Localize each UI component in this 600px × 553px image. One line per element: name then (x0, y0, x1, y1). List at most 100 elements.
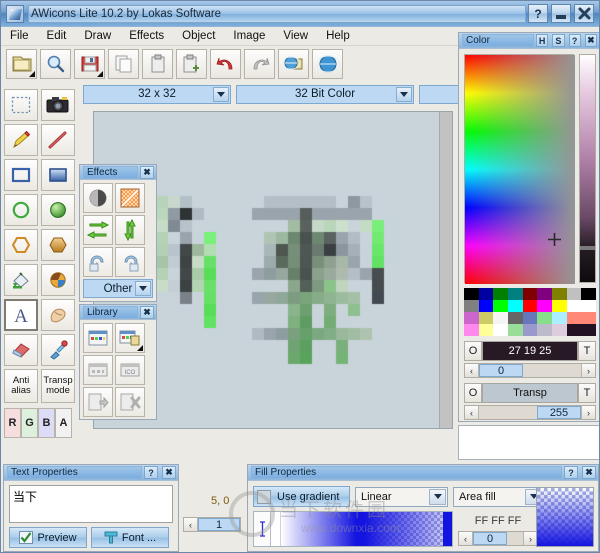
primary-slider-left-arrow[interactable]: ‹ (465, 364, 479, 377)
frame-spinner[interactable]: ‹ 1 (183, 517, 241, 532)
menu-item-file[interactable]: File (1, 29, 38, 43)
color-swatch[interactable] (566, 300, 582, 312)
paste-button[interactable] (176, 48, 207, 79)
brightness-slider[interactable] (579, 54, 596, 283)
gradient-tool[interactable] (41, 264, 75, 296)
text-input-field[interactable]: 当下 (9, 485, 173, 523)
filled-ellipse-tool[interactable] (41, 194, 75, 226)
color-swatch[interactable] (478, 324, 494, 336)
primary-color-value[interactable]: 27 19 25 (482, 341, 578, 361)
export-web-button[interactable] (278, 48, 309, 79)
open-file-button[interactable] (6, 48, 37, 79)
gradient-start-stop[interactable] (271, 512, 281, 546)
color-swatch[interactable] (478, 288, 494, 300)
primary-slider-right-arrow[interactable]: › (581, 364, 595, 377)
secondary-slider-left-arrow[interactable]: ‹ (465, 406, 479, 419)
color-swatch[interactable] (493, 288, 508, 300)
color-swatch[interactable] (552, 288, 567, 300)
color-swatch[interactable] (508, 324, 523, 336)
copy-button[interactable] (108, 48, 139, 79)
channel-r-button[interactable]: R (4, 408, 21, 438)
color-swatch[interactable] (493, 300, 508, 312)
text-properties-close-button[interactable]: ✖ (162, 466, 176, 479)
color-swatch[interactable] (522, 288, 538, 300)
library-panel-close-button[interactable]: ✖ (140, 305, 154, 319)
color-swatch[interactable] (464, 324, 479, 336)
rotate-right-button[interactable] (115, 247, 145, 277)
color-swatch[interactable] (581, 288, 596, 300)
menu-item-help[interactable]: Help (317, 29, 359, 43)
channel-g-button[interactable]: G (21, 408, 38, 438)
channel-b-button[interactable]: B (38, 408, 55, 438)
primary-transparent-button[interactable]: T (578, 341, 596, 361)
gradient-alpha-ramp[interactable] (364, 512, 443, 546)
rotate-left-button[interactable] (83, 247, 113, 277)
menu-item-view[interactable]: View (274, 29, 317, 43)
color-close-button[interactable]: ✖ (584, 34, 597, 47)
fill-tool[interactable] (4, 264, 38, 296)
fill-properties-close-button[interactable]: ✖ (582, 466, 596, 479)
ellipse-tool[interactable] (4, 194, 38, 226)
gradient-editor[interactable] (253, 511, 453, 547)
library-save-button[interactable] (115, 323, 145, 353)
spinner-left-arrow[interactable]: ‹ (184, 518, 198, 531)
color-swatch[interactable] (537, 312, 552, 324)
library-delete-button[interactable] (115, 387, 145, 417)
secondary-color-value[interactable]: Transp (482, 383, 578, 403)
primary-opaque-button[interactable]: O (464, 341, 482, 361)
polygon-tool[interactable] (4, 229, 38, 261)
secondary-slider-right-arrow[interactable]: › (581, 406, 595, 419)
preview-button[interactable]: Preview (9, 527, 87, 548)
menu-item-effects[interactable]: Effects (120, 29, 173, 43)
secondary-alpha-value[interactable]: 255 (537, 406, 581, 419)
color-swatch[interactable] (566, 324, 582, 336)
color-gradient-field[interactable] (464, 54, 575, 284)
library-export-button[interactable]: ICO (115, 355, 145, 385)
color-swatch[interactable] (508, 288, 523, 300)
fill-slider-track[interactable] (507, 532, 523, 545)
channel-a-button[interactable]: A (55, 408, 72, 438)
color-swatch[interactable] (581, 324, 596, 336)
transparency-mode-button[interactable]: Transp mode (41, 369, 75, 403)
secondary-slider-track[interactable] (479, 406, 537, 419)
eraser-tool[interactable] (4, 334, 38, 366)
color-swatch[interactable] (464, 288, 479, 300)
color-swatch[interactable] (581, 312, 596, 324)
saturation-value-canvas[interactable] (465, 55, 575, 284)
canvas-vertical-scrollbar[interactable] (439, 112, 452, 428)
clipboard-button[interactable] (142, 48, 173, 79)
gradient-color-ramp[interactable] (281, 512, 356, 546)
color-swatch[interactable] (493, 324, 508, 336)
select-tool[interactable] (4, 89, 38, 121)
zoom-button[interactable] (40, 48, 71, 79)
secondary-opaque-button[interactable]: O (464, 383, 482, 403)
eyedropper-tool[interactable] (41, 334, 75, 366)
undo-button[interactable] (210, 48, 241, 79)
color-swatch[interactable] (537, 288, 552, 300)
chevron-down-icon[interactable] (396, 86, 412, 102)
color-swatch[interactable] (508, 300, 523, 312)
chevron-down-icon[interactable] (213, 86, 229, 102)
antialias-button[interactable]: Anti alias (4, 369, 38, 403)
hue-mode-button[interactable]: H (536, 34, 549, 47)
color-swatch[interactable] (478, 312, 494, 324)
fill-properties-help-button[interactable]: ? (564, 466, 578, 479)
flip-vertical-button[interactable] (115, 215, 145, 245)
font-button[interactable]: Font ... (91, 527, 169, 548)
text-tool[interactable]: A (4, 299, 38, 331)
color-swatch[interactable] (552, 312, 567, 324)
line-tool[interactable] (41, 124, 75, 156)
shade-effect-button[interactable] (83, 183, 113, 213)
fill-slider-right-arrow[interactable]: › (523, 532, 537, 545)
color-swatch[interactable] (552, 300, 567, 312)
gradient-type-dropdown[interactable]: Linear (355, 486, 448, 507)
chevron-down-icon[interactable] (429, 488, 446, 505)
smudge-tool[interactable] (41, 299, 75, 331)
web-button[interactable] (312, 48, 343, 79)
gradient-end-stop[interactable] (355, 512, 365, 546)
close-button[interactable] (574, 4, 594, 23)
primary-alpha-value[interactable]: 0 (479, 364, 523, 377)
color-swatch[interactable] (522, 312, 538, 324)
color-help-button[interactable]: ? (568, 34, 581, 47)
library-open-button[interactable] (83, 323, 113, 353)
